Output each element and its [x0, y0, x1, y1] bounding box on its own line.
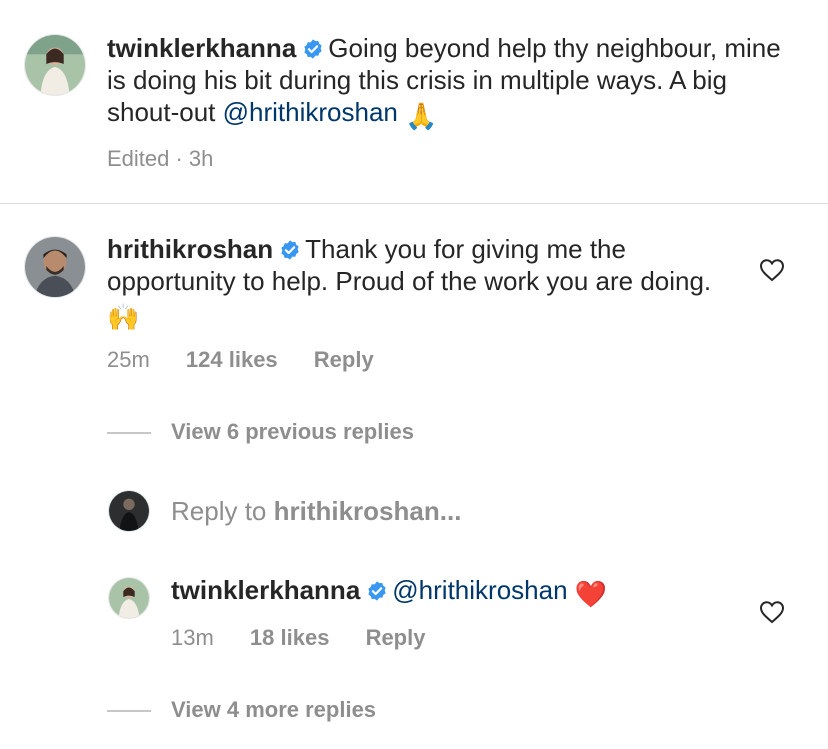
- current-user-avatar: [108, 490, 150, 532]
- view-previous-replies-button[interactable]: View 6 previous replies: [171, 419, 414, 445]
- verified-icon: [366, 580, 388, 602]
- comment-likes[interactable]: 124 likes: [186, 347, 278, 372]
- avatar-twinklerkhanna-reply[interactable]: [108, 577, 150, 619]
- comment-username[interactable]: hrithikroshan: [107, 234, 273, 264]
- caption-mention-link[interactable]: @hrithikroshan: [223, 97, 398, 127]
- comment-reply-button[interactable]: Reply: [314, 347, 374, 372]
- reply-input[interactable]: Reply to hrithikroshan...: [171, 496, 461, 527]
- heart-icon[interactable]: [759, 258, 785, 282]
- comment-emoji: 🙌: [107, 302, 140, 332]
- caption-username[interactable]: twinklerkhanna: [107, 33, 296, 63]
- replies-line: [107, 710, 151, 712]
- reply-time: 13m: [171, 625, 214, 650]
- reply-reply-button[interactable]: Reply: [366, 625, 426, 650]
- replies-line: [107, 432, 151, 434]
- caption-text-block: twinklerkhanna Going beyond help thy neig…: [107, 32, 797, 132]
- comment-meta-row: 25m 124 likes Reply: [107, 347, 374, 373]
- divider: [0, 203, 828, 204]
- reply-emoji: ❤️: [574, 579, 608, 609]
- heart-icon[interactable]: [759, 600, 785, 624]
- caption-emoji: 🙏: [405, 101, 438, 131]
- comment-time: 25m: [107, 347, 150, 372]
- reply-prompt-user: hrithikroshan...: [273, 496, 462, 526]
- view-more-replies-button[interactable]: View 4 more replies: [171, 697, 376, 723]
- avatar-hrithikroshan[interactable]: [24, 236, 86, 298]
- caption-meta: Edited · 3h: [107, 146, 214, 171]
- comment-text-block: hrithikroshan Thank you for giving me the…: [107, 233, 722, 333]
- avatar-twinklerkhanna[interactable]: [24, 34, 86, 96]
- reply-likes[interactable]: 18 likes: [250, 625, 330, 650]
- reply-meta-row: 13m 18 likes Reply: [171, 625, 425, 651]
- verified-icon: [279, 239, 301, 261]
- reply-username[interactable]: twinklerkhanna: [171, 575, 360, 605]
- reply-prompt-prefix: Reply to: [171, 496, 274, 526]
- verified-icon: [302, 38, 324, 60]
- reply-mention-link[interactable]: @hrithikroshan: [392, 575, 567, 605]
- reply-text-block: twinklerkhanna @hrithikroshan ❤️: [171, 574, 731, 610]
